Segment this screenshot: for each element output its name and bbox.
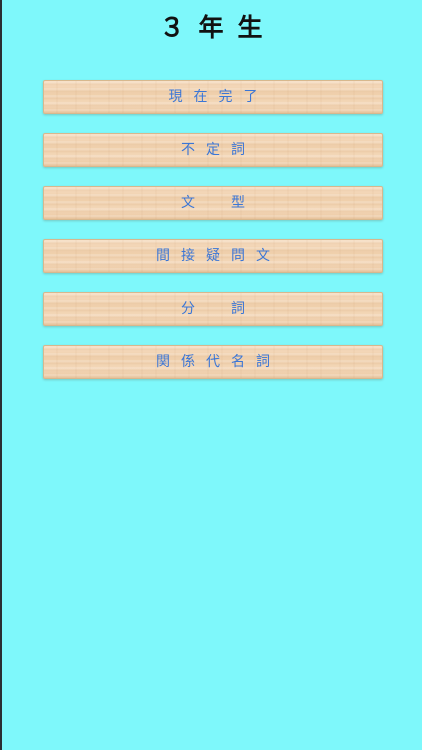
menu-button-label: 関係代名詞 bbox=[156, 354, 281, 370]
menu-button-label: 分 詞 bbox=[181, 301, 256, 317]
menu-button-indirect-questions[interactable]: 間接疑問文 bbox=[43, 239, 383, 273]
topic-menu: 現在完了 不定詞 文 型 間接疑問文 分 詞 関係代名詞 bbox=[43, 80, 383, 398]
menu-button-relative-pronouns[interactable]: 関係代名詞 bbox=[43, 345, 383, 379]
menu-button-label: 現在完了 bbox=[168, 89, 269, 105]
menu-button-label: 文 型 bbox=[181, 195, 256, 211]
screen-left-edge bbox=[0, 0, 2, 750]
menu-button-infinitive[interactable]: 不定詞 bbox=[43, 133, 383, 167]
page-title: ３年生 bbox=[159, 13, 277, 42]
menu-button-label: 不定詞 bbox=[181, 142, 256, 158]
menu-button-present-perfect[interactable]: 現在完了 bbox=[43, 80, 383, 114]
menu-button-participles[interactable]: 分 詞 bbox=[43, 292, 383, 326]
menu-button-sentence-patterns[interactable]: 文 型 bbox=[43, 186, 383, 220]
menu-button-label: 間接疑問文 bbox=[156, 248, 281, 264]
